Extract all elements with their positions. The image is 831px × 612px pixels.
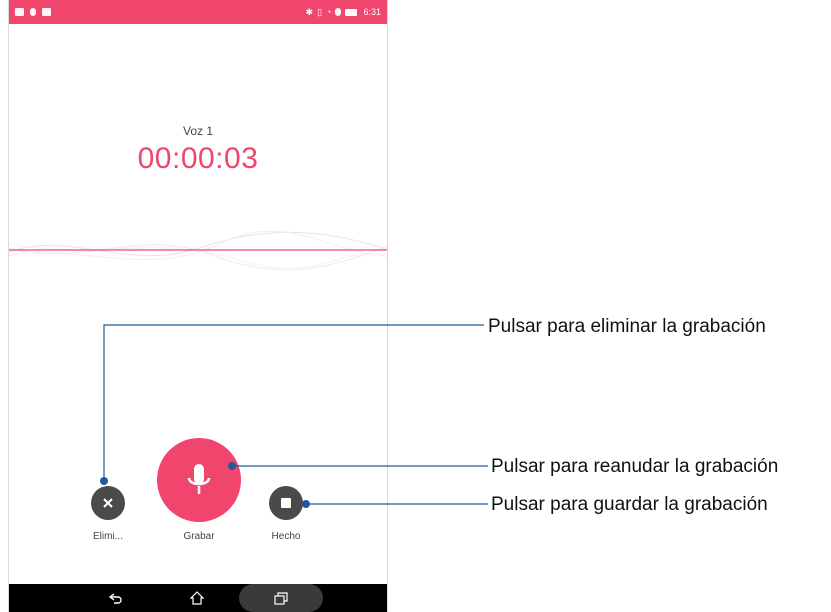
battery-icon bbox=[345, 8, 358, 16]
status-time: 6:31 bbox=[363, 7, 381, 17]
waveform bbox=[9, 230, 387, 271]
callout-delete-text: Pulsar para eliminar la grabación bbox=[488, 316, 766, 337]
done-label: Hecho bbox=[271, 531, 301, 542]
sim-icon bbox=[335, 8, 342, 16]
delete-button[interactable] bbox=[91, 486, 125, 520]
image-icon bbox=[15, 8, 24, 16]
stop-icon bbox=[281, 498, 291, 508]
manual-figure: ✱ ▯ ◔ 6:31 Voz 1 00:00:03 Elimi... Graba… bbox=[0, 0, 831, 612]
record-label: Grabar bbox=[183, 531, 215, 542]
status-bar: ✱ ▯ ◔ 6:31 bbox=[9, 0, 387, 24]
back-button[interactable] bbox=[101, 584, 131, 612]
vibrate-icon: ▯ bbox=[317, 6, 323, 17]
home-button[interactable] bbox=[182, 584, 212, 612]
callout-save-text: Pulsar para guardar la grabación bbox=[491, 494, 768, 515]
status-left-icons bbox=[15, 8, 51, 16]
home-icon bbox=[190, 591, 204, 605]
record-button[interactable] bbox=[157, 438, 241, 522]
delete-label: Elimi... bbox=[93, 531, 123, 542]
wifi-icon: ◔ bbox=[326, 6, 332, 17]
status-right-icons: ✱ ▯ ◔ 6:31 bbox=[306, 7, 381, 17]
bluetooth-icon: ✱ bbox=[305, 6, 314, 17]
close-icon bbox=[103, 498, 113, 508]
callout-resume-text: Pulsar para reanudar la grabación bbox=[491, 456, 779, 477]
navigation-bar bbox=[9, 584, 387, 612]
recent-apps-icon bbox=[274, 591, 288, 605]
mic-icon bbox=[30, 8, 36, 16]
recent-apps-button[interactable] bbox=[239, 584, 323, 612]
back-icon bbox=[109, 593, 122, 604]
recording-timer: 00:00:03 bbox=[137, 142, 259, 175]
done-button[interactable] bbox=[269, 486, 303, 520]
phone-screen: ✱ ▯ ◔ 6:31 Voz 1 00:00:03 Elimi... Graba… bbox=[8, 0, 388, 612]
recording-name: Voz 1 bbox=[182, 124, 214, 138]
gallery-icon bbox=[42, 8, 51, 16]
mic-icon bbox=[187, 464, 211, 494]
